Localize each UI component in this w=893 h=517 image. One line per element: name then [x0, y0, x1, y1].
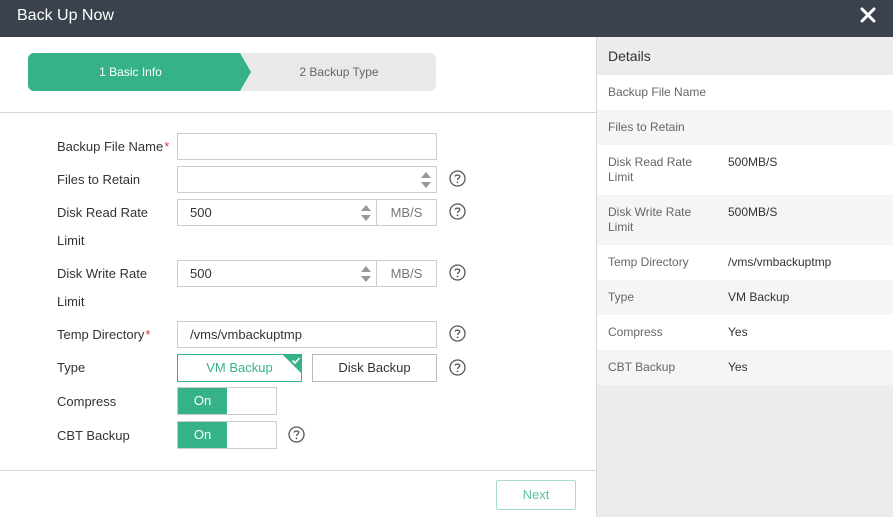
step-arrow [240, 53, 251, 91]
compress-toggle[interactable]: On [177, 387, 277, 415]
files-to-retain-label: Files to Retain [57, 172, 141, 187]
required-mark: * [164, 139, 170, 154]
details-key: CBT Backup [608, 360, 676, 374]
files-to-retain-stepper[interactable] [177, 166, 437, 193]
vm-backup-option[interactable]: VM Backup [177, 354, 302, 382]
disk-backup-option[interactable]: Disk Backup [312, 354, 437, 382]
step-basic-info-label: 1 Basic Info [99, 65, 162, 79]
divider [0, 112, 596, 113]
details-row: Files to Retain [597, 110, 893, 145]
close-icon[interactable] [860, 6, 876, 24]
help-icon[interactable] [449, 264, 466, 281]
details-row: Backup File Name [597, 75, 893, 110]
form-panel: 2 Backup Type 1 Basic Info Backup File N… [0, 37, 596, 517]
disk-read-rate-unit: MB/S [377, 199, 437, 226]
details-value: Yes [728, 325, 748, 339]
details-value: VM Backup [728, 290, 790, 304]
help-icon[interactable] [449, 325, 466, 342]
details-value: Yes [728, 360, 748, 374]
details-row: Disk Write Rate Limit 500MB/S [597, 195, 893, 245]
backup-file-name-label: Backup File Name* [57, 139, 170, 154]
disk-read-rate-input[interactable]: 500 [177, 199, 377, 226]
details-row: Compress Yes [597, 315, 893, 350]
step-wizard: 2 Backup Type 1 Basic Info [28, 53, 436, 91]
details-value: /vms/vmbackuptmp [728, 255, 832, 269]
temp-directory-input[interactable]: /vms/vmbackuptmp [177, 321, 437, 348]
temp-directory-label: Temp Directory* [57, 327, 151, 342]
type-label: Type [57, 360, 86, 375]
dialog-titlebar: Back Up Now [0, 0, 893, 37]
spinner-arrows-icon[interactable] [420, 170, 432, 190]
details-row: Temp Directory /vms/vmbackuptmp [597, 245, 893, 280]
details-row: CBT Backup Yes [597, 350, 893, 385]
disk-write-rate-input[interactable]: 500 [177, 260, 377, 287]
disk-write-rate-label: Disk Write Rate [57, 266, 148, 281]
help-icon[interactable] [449, 359, 466, 376]
details-row: Disk Read Rate Limit 500MB/S [597, 145, 893, 195]
details-value: 500MB/S [728, 205, 778, 219]
details-key: Disk Read Rate Limit [608, 155, 693, 184]
details-value: 500MB/S [728, 155, 778, 169]
details-key: Temp Directory [608, 255, 689, 269]
disk-write-rate-unit: MB/S [377, 260, 437, 287]
disk-write-rate-label-line2: Limit [57, 294, 85, 309]
cbt-backup-label: CBT Backup [57, 428, 130, 443]
details-row: Type VM Backup [597, 280, 893, 315]
disk-read-rate-label-line2: Limit [57, 233, 85, 248]
help-icon[interactable] [449, 203, 466, 220]
details-panel: Details Backup File Name Files to Retain… [596, 37, 893, 517]
footer-divider [0, 470, 596, 471]
details-title: Details [597, 37, 893, 75]
checkmark-corner-icon [282, 354, 302, 374]
spinner-arrows-icon[interactable] [360, 264, 372, 284]
compress-toggle-state: On [178, 388, 227, 414]
help-icon[interactable] [288, 426, 305, 443]
next-button[interactable]: Next [496, 480, 576, 510]
details-key: Type [608, 290, 635, 304]
backup-file-name-input[interactable] [177, 133, 437, 160]
details-key: Compress [608, 325, 663, 339]
compress-label: Compress [57, 394, 117, 409]
disk-read-rate-label: Disk Read Rate [57, 205, 149, 220]
help-icon[interactable] [449, 170, 466, 187]
dialog-title: Back Up Now [17, 7, 114, 24]
details-key: Backup File Name [608, 85, 707, 99]
cbt-backup-toggle[interactable]: On [177, 421, 277, 449]
details-key: Files to Retain [608, 120, 685, 134]
required-mark: * [145, 327, 151, 342]
step-backup-type-label: 2 Backup Type [299, 65, 379, 79]
cbt-backup-toggle-state: On [178, 422, 227, 448]
spinner-arrows-icon[interactable] [360, 203, 372, 223]
details-key: Disk Write Rate Limit [608, 205, 692, 234]
